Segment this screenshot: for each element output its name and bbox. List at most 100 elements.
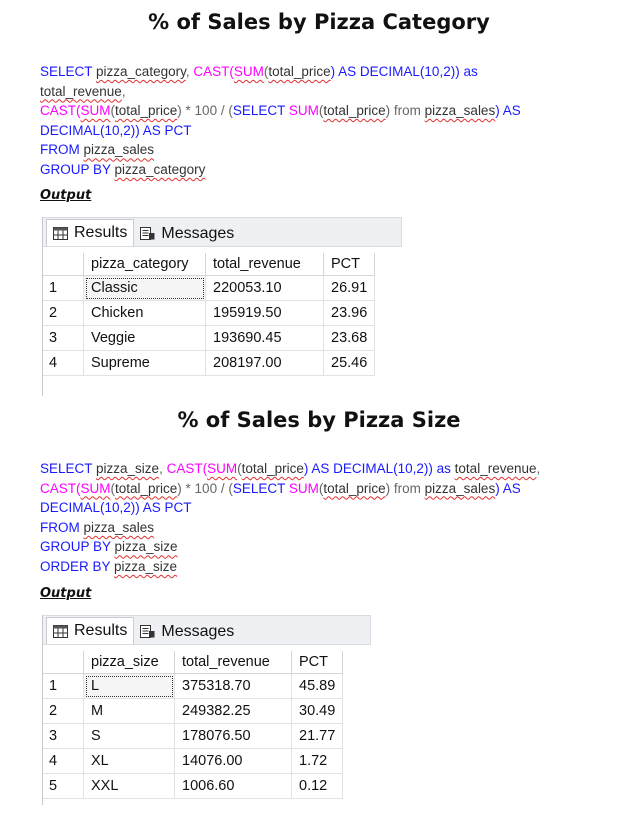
- table-cell[interactable]: 1006.60: [174, 773, 292, 799]
- table-cell[interactable]: 220053.10: [205, 275, 324, 301]
- table-cell[interactable]: 1.72: [291, 748, 344, 774]
- sql-keyword: ) AS: [495, 103, 521, 119]
- column-header[interactable]: total_revenue: [174, 651, 292, 674]
- sql-identifier: pizza_sales: [83, 519, 155, 535]
- sql-function: SUM: [233, 64, 264, 79]
- row-number: 4: [43, 350, 84, 376]
- tab-results-label: Results: [74, 622, 128, 639]
- table-row[interactable]: 3 S 178076.50 21.77: [43, 723, 344, 749]
- table-cell[interactable]: 26.91: [323, 275, 376, 301]
- table-cell[interactable]: 23.68: [323, 325, 376, 351]
- table-cell[interactable]: Supreme: [83, 350, 206, 376]
- table-cell[interactable]: 178076.50: [174, 723, 292, 749]
- sql-keyword: ) AS DECIMAL(10,2)) as: [330, 64, 478, 79]
- sql-keyword: GROUP BY: [40, 539, 115, 555]
- sql-line: CAST(SUM(total_price) * 100 / (SELECT SU…: [40, 479, 600, 499]
- row-number: 1: [43, 275, 84, 301]
- sql-function: CAST(: [193, 64, 234, 79]
- sql-keyword: ) AS: [495, 480, 521, 496]
- tab-messages[interactable]: Messages: [134, 619, 240, 644]
- table-cell[interactable]: 25.46: [323, 350, 376, 376]
- table-row[interactable]: 4 XL 14076.00 1.72: [43, 748, 344, 774]
- table-cell[interactable]: S: [83, 723, 175, 749]
- table-row[interactable]: 4 Supreme 208197.00 25.46: [43, 350, 376, 376]
- table-cell[interactable]: 208197.00: [205, 350, 324, 376]
- row-number: 2: [43, 698, 84, 724]
- sql-function: CAST(: [40, 480, 81, 496]
- table-cell[interactable]: XL: [83, 748, 175, 774]
- sql-function: SUM: [288, 480, 319, 496]
- table-cell[interactable]: 195919.50: [205, 300, 324, 326]
- sql-identifier: total_price: [241, 461, 304, 476]
- tab-messages-label: Messages: [161, 622, 235, 640]
- results-grid-size: Results Messages pizza_size total_revenu…: [42, 615, 371, 805]
- table-row[interactable]: 2 M 249382.25 30.49: [43, 698, 344, 724]
- column-header[interactable]: total_revenue: [205, 253, 324, 276]
- table-row[interactable]: 5 XXL 1006.60 0.12: [43, 773, 344, 799]
- grid-icon: [53, 624, 68, 638]
- row-number: 2: [43, 300, 84, 326]
- tab-results[interactable]: Results: [46, 219, 135, 246]
- sql-keyword: FROM: [40, 142, 84, 158]
- table-cell[interactable]: 45.89: [291, 673, 344, 699]
- table-cell[interactable]: 23.96: [323, 300, 376, 326]
- table-row[interactable]: 3 Veggie 193690.45 23.68: [43, 325, 376, 351]
- sql-punct: ) * 100 / (: [177, 480, 233, 496]
- table-cell[interactable]: Chicken: [83, 300, 206, 326]
- sql-line: DECIMAL(10,2)) AS PCT: [40, 500, 192, 516]
- column-header[interactable]: PCT: [291, 651, 344, 674]
- sql-identifier: total_price: [268, 64, 331, 79]
- table-row[interactable]: 2 Chicken 195919.50 23.96: [43, 300, 376, 326]
- sql-line: SELECT pizza_category, CAST(SUM(total_pr…: [40, 62, 600, 82]
- column-header[interactable]: pizza_category: [83, 253, 206, 276]
- table-cell[interactable]: XXL: [83, 773, 175, 799]
- sql-line: GROUP BY pizza_category: [40, 160, 600, 180]
- sql-function: SUM: [80, 103, 111, 119]
- sql-keyword: SELECT: [40, 64, 97, 79]
- results-tabs: Results Messages: [43, 217, 402, 247]
- table-cell[interactable]: 375318.70: [174, 673, 292, 699]
- sql-line: GROUP BY pizza_size: [40, 537, 600, 557]
- table-cell[interactable]: L: [83, 673, 175, 699]
- column-header[interactable]: PCT: [323, 253, 376, 276]
- table-cell[interactable]: 14076.00: [174, 748, 292, 774]
- sql-punct: ) from: [385, 480, 425, 496]
- sql-identifier: pizza_sales: [83, 142, 155, 158]
- sql-identifier: pizza_sales: [424, 480, 496, 496]
- table-cell[interactable]: 249382.25: [174, 698, 292, 724]
- column-header[interactable]: pizza_size: [83, 651, 175, 674]
- tab-messages-label: Messages: [161, 224, 235, 242]
- table-cell[interactable]: 30.49: [291, 698, 344, 724]
- sql-function: CAST(: [166, 461, 208, 476]
- tab-messages[interactable]: Messages: [134, 221, 240, 246]
- sql-punct: ,: [159, 461, 167, 476]
- section-title-category: % of Sales by Pizza Category: [148, 10, 490, 34]
- sql-line: FROM pizza_sales: [40, 140, 600, 160]
- row-number: 3: [43, 723, 84, 749]
- table-row[interactable]: 1 Classic 220053.10 26.91: [43, 275, 376, 301]
- sql-function: SUM: [207, 461, 238, 476]
- sql-keyword: SELECT: [40, 461, 97, 476]
- sql-function: CAST(: [40, 103, 81, 119]
- sql-function: SUM: [288, 103, 319, 119]
- sql-line: total_revenue,: [40, 82, 600, 102]
- sql-identifier: pizza_category: [96, 64, 186, 79]
- table-cell[interactable]: M: [83, 698, 175, 724]
- table-cell[interactable]: Classic: [83, 275, 206, 301]
- results-table: pizza_category total_revenue PCT 1 Class…: [43, 253, 376, 376]
- table-cell[interactable]: 0.12: [291, 773, 344, 799]
- sql-identifier: total_price: [115, 480, 178, 496]
- table-cell[interactable]: Veggie: [83, 325, 206, 351]
- row-number: 1: [43, 673, 84, 699]
- table-row[interactable]: 1 L 375318.70 45.89: [43, 673, 344, 699]
- table-cell[interactable]: 21.77: [291, 723, 344, 749]
- sql-keyword: ) AS DECIMAL(10,2)) as: [303, 461, 455, 476]
- sql-keyword: GROUP BY: [40, 161, 115, 177]
- messages-icon: [140, 625, 155, 638]
- sql-line: SELECT pizza_size, CAST(SUM(total_price)…: [40, 459, 600, 479]
- results-tabs: Results Messages: [43, 615, 371, 645]
- sql-line: FROM pizza_sales: [40, 518, 600, 538]
- table-cell[interactable]: 193690.45: [205, 325, 324, 351]
- row-number-header: [43, 253, 84, 276]
- tab-results[interactable]: Results: [46, 617, 135, 644]
